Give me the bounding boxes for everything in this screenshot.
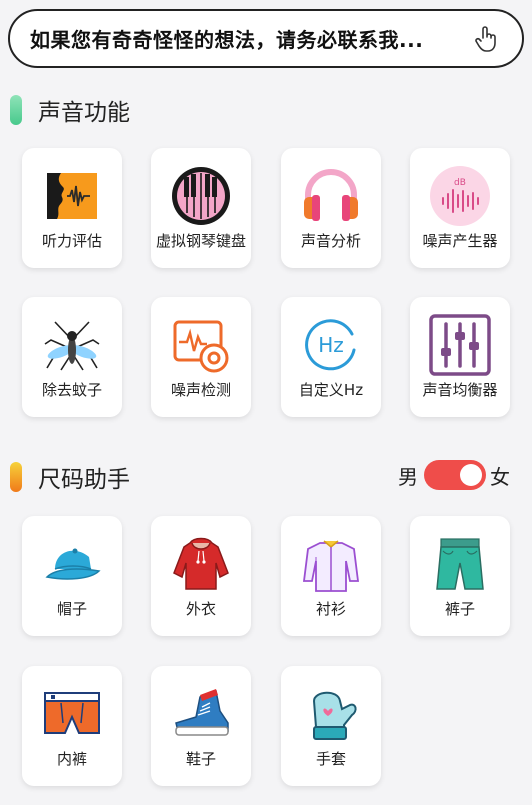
shorts-icon — [436, 538, 484, 590]
card-hearing-test[interactable]: 听力评估 — [22, 148, 122, 268]
shirt-icon — [302, 540, 360, 592]
hoodie-icon — [173, 537, 229, 590]
search-bar[interactable]: 如果您有奇奇怪怪的想法，请务必联系我... — [8, 9, 524, 68]
db-text: dB — [454, 178, 466, 188]
card-label: 声音均衡器 — [422, 381, 498, 399]
card-label: 噪声检测 — [170, 381, 231, 399]
gender-toggle[interactable] — [424, 460, 486, 490]
card-sound-analysis[interactable]: 声音分析 — [281, 148, 381, 268]
card-piano[interactable]: 虚拟钢琴键盘 — [151, 148, 251, 268]
card-mosquito[interactable]: 除去蚊子 — [22, 297, 122, 417]
card-shirt[interactable]: 衬衫 — [281, 516, 381, 636]
section-header-sound: 声音功能 — [10, 93, 130, 127]
card-label: 内裤 — [56, 750, 87, 768]
card-label: 衬衫 — [315, 600, 346, 618]
section-accent-bar — [10, 95, 22, 125]
gender-male-label: 男 — [398, 464, 418, 489]
card-hat[interactable]: 帽子 — [22, 516, 122, 636]
section-title: 尺码助手 — [38, 467, 130, 493]
piano-icon — [172, 167, 230, 225]
search-text: 如果您有奇奇怪怪的想法，请务必联系我... — [30, 28, 424, 52]
card-shoes[interactable]: 鞋子 — [151, 666, 251, 786]
card-label: 手套 — [315, 750, 346, 768]
card-label: 听力评估 — [41, 232, 102, 250]
toggle-knob — [460, 464, 482, 486]
card-label: 噪声产生器 — [422, 232, 498, 250]
cap-icon — [45, 548, 101, 580]
card-underwear[interactable]: 内裤 — [22, 666, 122, 786]
sneaker-icon — [175, 689, 229, 736]
card-label: 外衣 — [185, 600, 216, 618]
section-accent-bar — [10, 462, 22, 492]
card-coat[interactable]: 外衣 — [151, 516, 251, 636]
card-label: 鞋子 — [185, 750, 216, 768]
card-equalizer[interactable]: 声音均衡器 — [410, 297, 510, 417]
hearing-test-icon — [47, 173, 97, 219]
db-wave-icon: dB — [430, 166, 490, 226]
hz-icon: Hz — [305, 319, 356, 371]
card-label: 帽子 — [56, 600, 87, 618]
card-label: 虚拟钢琴键盘 — [155, 232, 246, 250]
card-label: 自定义Hz — [298, 381, 364, 399]
card-label: 声音分析 — [300, 232, 361, 250]
card-gloves[interactable]: 手套 — [281, 666, 381, 786]
gender-female-label: 女 — [490, 464, 510, 489]
section-title: 声音功能 — [38, 100, 130, 126]
card-label: 除去蚊子 — [41, 381, 102, 399]
gender-switch: 男 女 — [398, 460, 510, 490]
headphones-icon — [304, 169, 358, 221]
card-noise-detect[interactable]: 噪声检测 — [151, 297, 251, 417]
card-noise-generator[interactable]: dB 噪声产生器 — [410, 148, 510, 268]
mitten-icon — [312, 691, 357, 740]
card-pants[interactable]: 裤子 — [410, 516, 510, 636]
noise-monitor-icon — [173, 320, 229, 373]
card-label: 裤子 — [444, 600, 475, 618]
mosquito-icon — [44, 321, 100, 371]
hz-text: Hz — [318, 333, 344, 357]
underwear-icon — [44, 692, 100, 734]
card-custom-hz[interactable]: Hz 自定义Hz — [281, 297, 381, 417]
hand-pointer-icon[interactable] — [474, 25, 500, 53]
equalizer-icon — [429, 314, 491, 376]
section-header-size: 尺码助手 — [10, 460, 130, 494]
